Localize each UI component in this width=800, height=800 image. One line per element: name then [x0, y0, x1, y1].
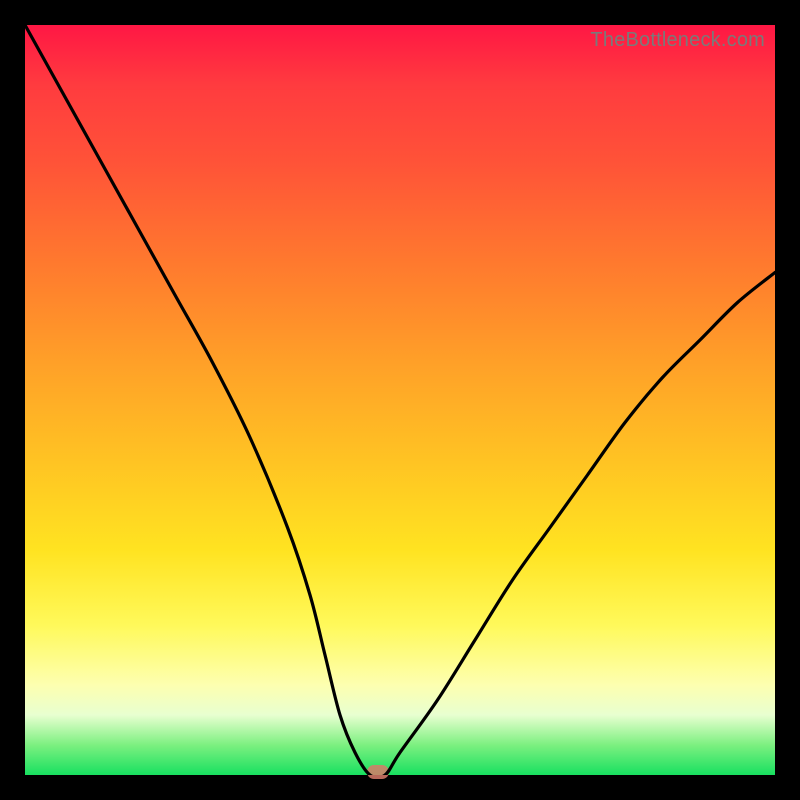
bottleneck-curve: [25, 25, 775, 775]
attribution-watermark: TheBottleneck.com: [590, 29, 765, 52]
plot-area: TheBottleneck.com: [25, 25, 775, 775]
chart-frame: TheBottleneck.com: [0, 0, 800, 800]
